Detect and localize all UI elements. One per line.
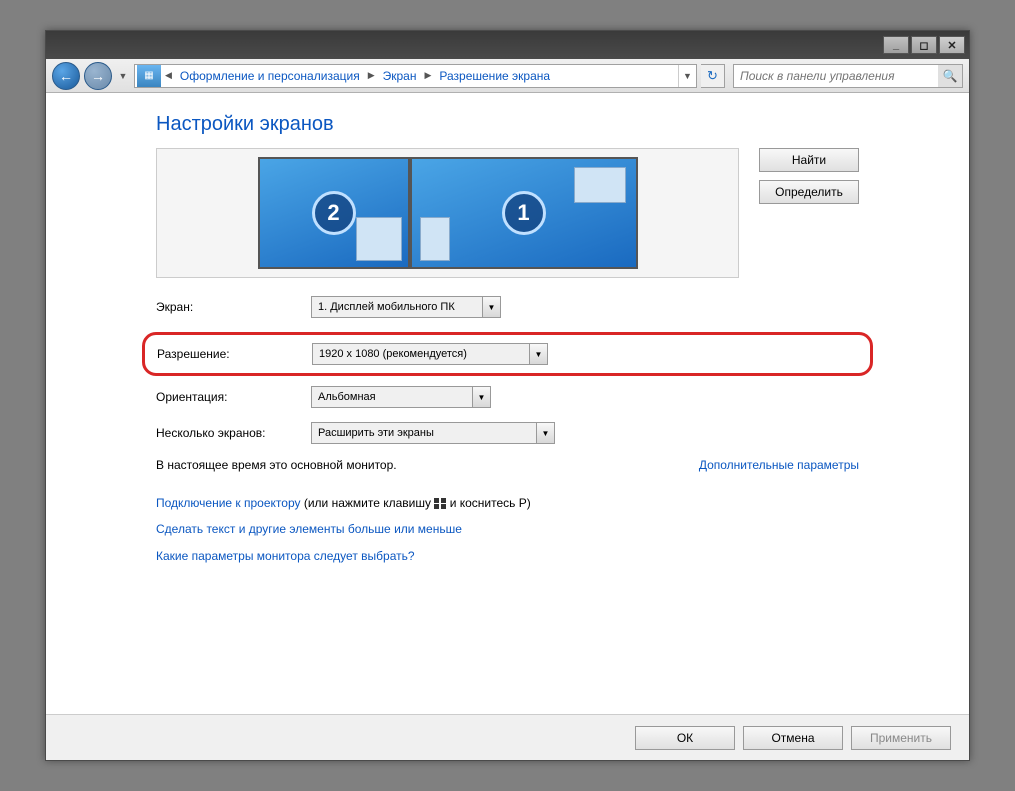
chevron-down-icon[interactable]: ▼ — [472, 387, 490, 407]
page-title: Настройки экранов — [156, 113, 859, 136]
projector-link[interactable]: Подключение к проектору — [156, 496, 301, 510]
breadcrumb-display[interactable]: Экран — [377, 69, 423, 83]
orientation-label: Ориентация: — [156, 390, 311, 404]
search-icon[interactable]: 🔍 — [938, 65, 962, 87]
address-dropdown[interactable]: ▼ — [678, 65, 696, 87]
chevron-right-icon[interactable]: ▶ — [422, 70, 433, 81]
ok-button[interactable]: ОК — [635, 726, 735, 750]
display-preview[interactable]: 2 1 — [156, 148, 739, 278]
address-bar[interactable]: ▦ ◀ Оформление и персонализация ▶ Экран … — [134, 64, 697, 88]
minimize-button[interactable]: _ — [883, 36, 909, 54]
projector-hint-b: и коснитесь P) — [450, 496, 531, 510]
apply-button: Применить — [851, 726, 951, 750]
breadcrumb-resolution[interactable]: Разрешение экрана — [433, 69, 556, 83]
back-button[interactable]: ← — [52, 62, 80, 90]
orientation-value: Альбомная — [312, 391, 472, 403]
text-size-link[interactable]: Сделать текст и другие элементы больше и… — [156, 522, 462, 536]
refresh-button[interactable]: ↻ — [701, 64, 725, 88]
settings-form: Экран: 1. Дисплей мобильного ПК ▼ Разреш… — [156, 296, 859, 569]
footer: ОК Отмена Применить — [46, 714, 969, 760]
cancel-button[interactable]: Отмена — [743, 726, 843, 750]
history-dropdown[interactable]: ▼ — [116, 66, 130, 86]
chevron-down-icon[interactable]: ▼ — [529, 344, 547, 364]
chevron-left-icon[interactable]: ◀ — [163, 70, 174, 81]
display-value: 1. Дисплей мобильного ПК — [312, 301, 482, 313]
primary-monitor-status: В настоящее время это основной монитор. — [156, 458, 397, 472]
chevron-down-icon[interactable]: ▼ — [536, 423, 554, 443]
maximize-button[interactable]: ◻ — [911, 36, 937, 54]
search-box: 🔍 — [733, 64, 963, 88]
resolution-label: Разрешение: — [157, 347, 312, 361]
monitor-2-badge: 2 — [312, 191, 356, 235]
window-thumb — [574, 167, 626, 203]
content: Настройки экранов 2 1 Найти Определить — [46, 93, 969, 714]
multiple-displays-label: Несколько экранов: — [156, 426, 311, 440]
window: _ ◻ ✕ ← → ▼ ▦ ◀ Оформление и персонализа… — [45, 30, 970, 761]
detect-button[interactable]: Найти — [759, 148, 859, 172]
display-label: Экран: — [156, 300, 311, 314]
window-thumb — [420, 217, 450, 261]
breadcrumb-appearance[interactable]: Оформление и персонализация — [174, 69, 366, 83]
display-combo[interactable]: 1. Дисплей мобильного ПК ▼ — [311, 296, 501, 318]
close-button[interactable]: ✕ — [939, 36, 965, 54]
resolution-value: 1920 x 1080 (рекомендуется) — [313, 348, 529, 360]
chevron-down-icon[interactable]: ▼ — [482, 297, 500, 317]
which-settings-link[interactable]: Какие параметры монитора следует выбрать… — [156, 549, 415, 563]
search-input[interactable] — [734, 69, 938, 83]
monitor-1-badge: 1 — [502, 191, 546, 235]
window-thumb — [356, 217, 402, 261]
multiple-displays-value: Расширить эти экраны — [312, 427, 536, 439]
multiple-displays-combo[interactable]: Расширить эти экраны ▼ — [311, 422, 555, 444]
monitor-2[interactable]: 2 — [258, 157, 410, 269]
orientation-combo[interactable]: Альбомная ▼ — [311, 386, 491, 408]
resolution-row-highlight: Разрешение: 1920 x 1080 (рекомендуется) … — [142, 332, 873, 376]
control-panel-icon: ▦ — [137, 65, 161, 87]
forward-button: → — [84, 62, 112, 90]
projector-hint-a: (или нажмите клавишу — [304, 496, 431, 510]
identify-button[interactable]: Определить — [759, 180, 859, 204]
titlebar: _ ◻ ✕ — [46, 31, 969, 59]
navbar: ← → ▼ ▦ ◀ Оформление и персонализация ▶ … — [46, 59, 969, 93]
resolution-combo[interactable]: 1920 x 1080 (рекомендуется) ▼ — [312, 343, 548, 365]
advanced-settings-link[interactable]: Дополнительные параметры — [699, 458, 859, 472]
help-links: Подключение к проектору (или нажмите кла… — [156, 490, 859, 569]
monitor-1[interactable]: 1 — [410, 157, 638, 269]
windows-key-icon — [434, 498, 446, 509]
display-side-buttons: Найти Определить — [759, 148, 859, 204]
chevron-right-icon[interactable]: ▶ — [366, 70, 377, 81]
